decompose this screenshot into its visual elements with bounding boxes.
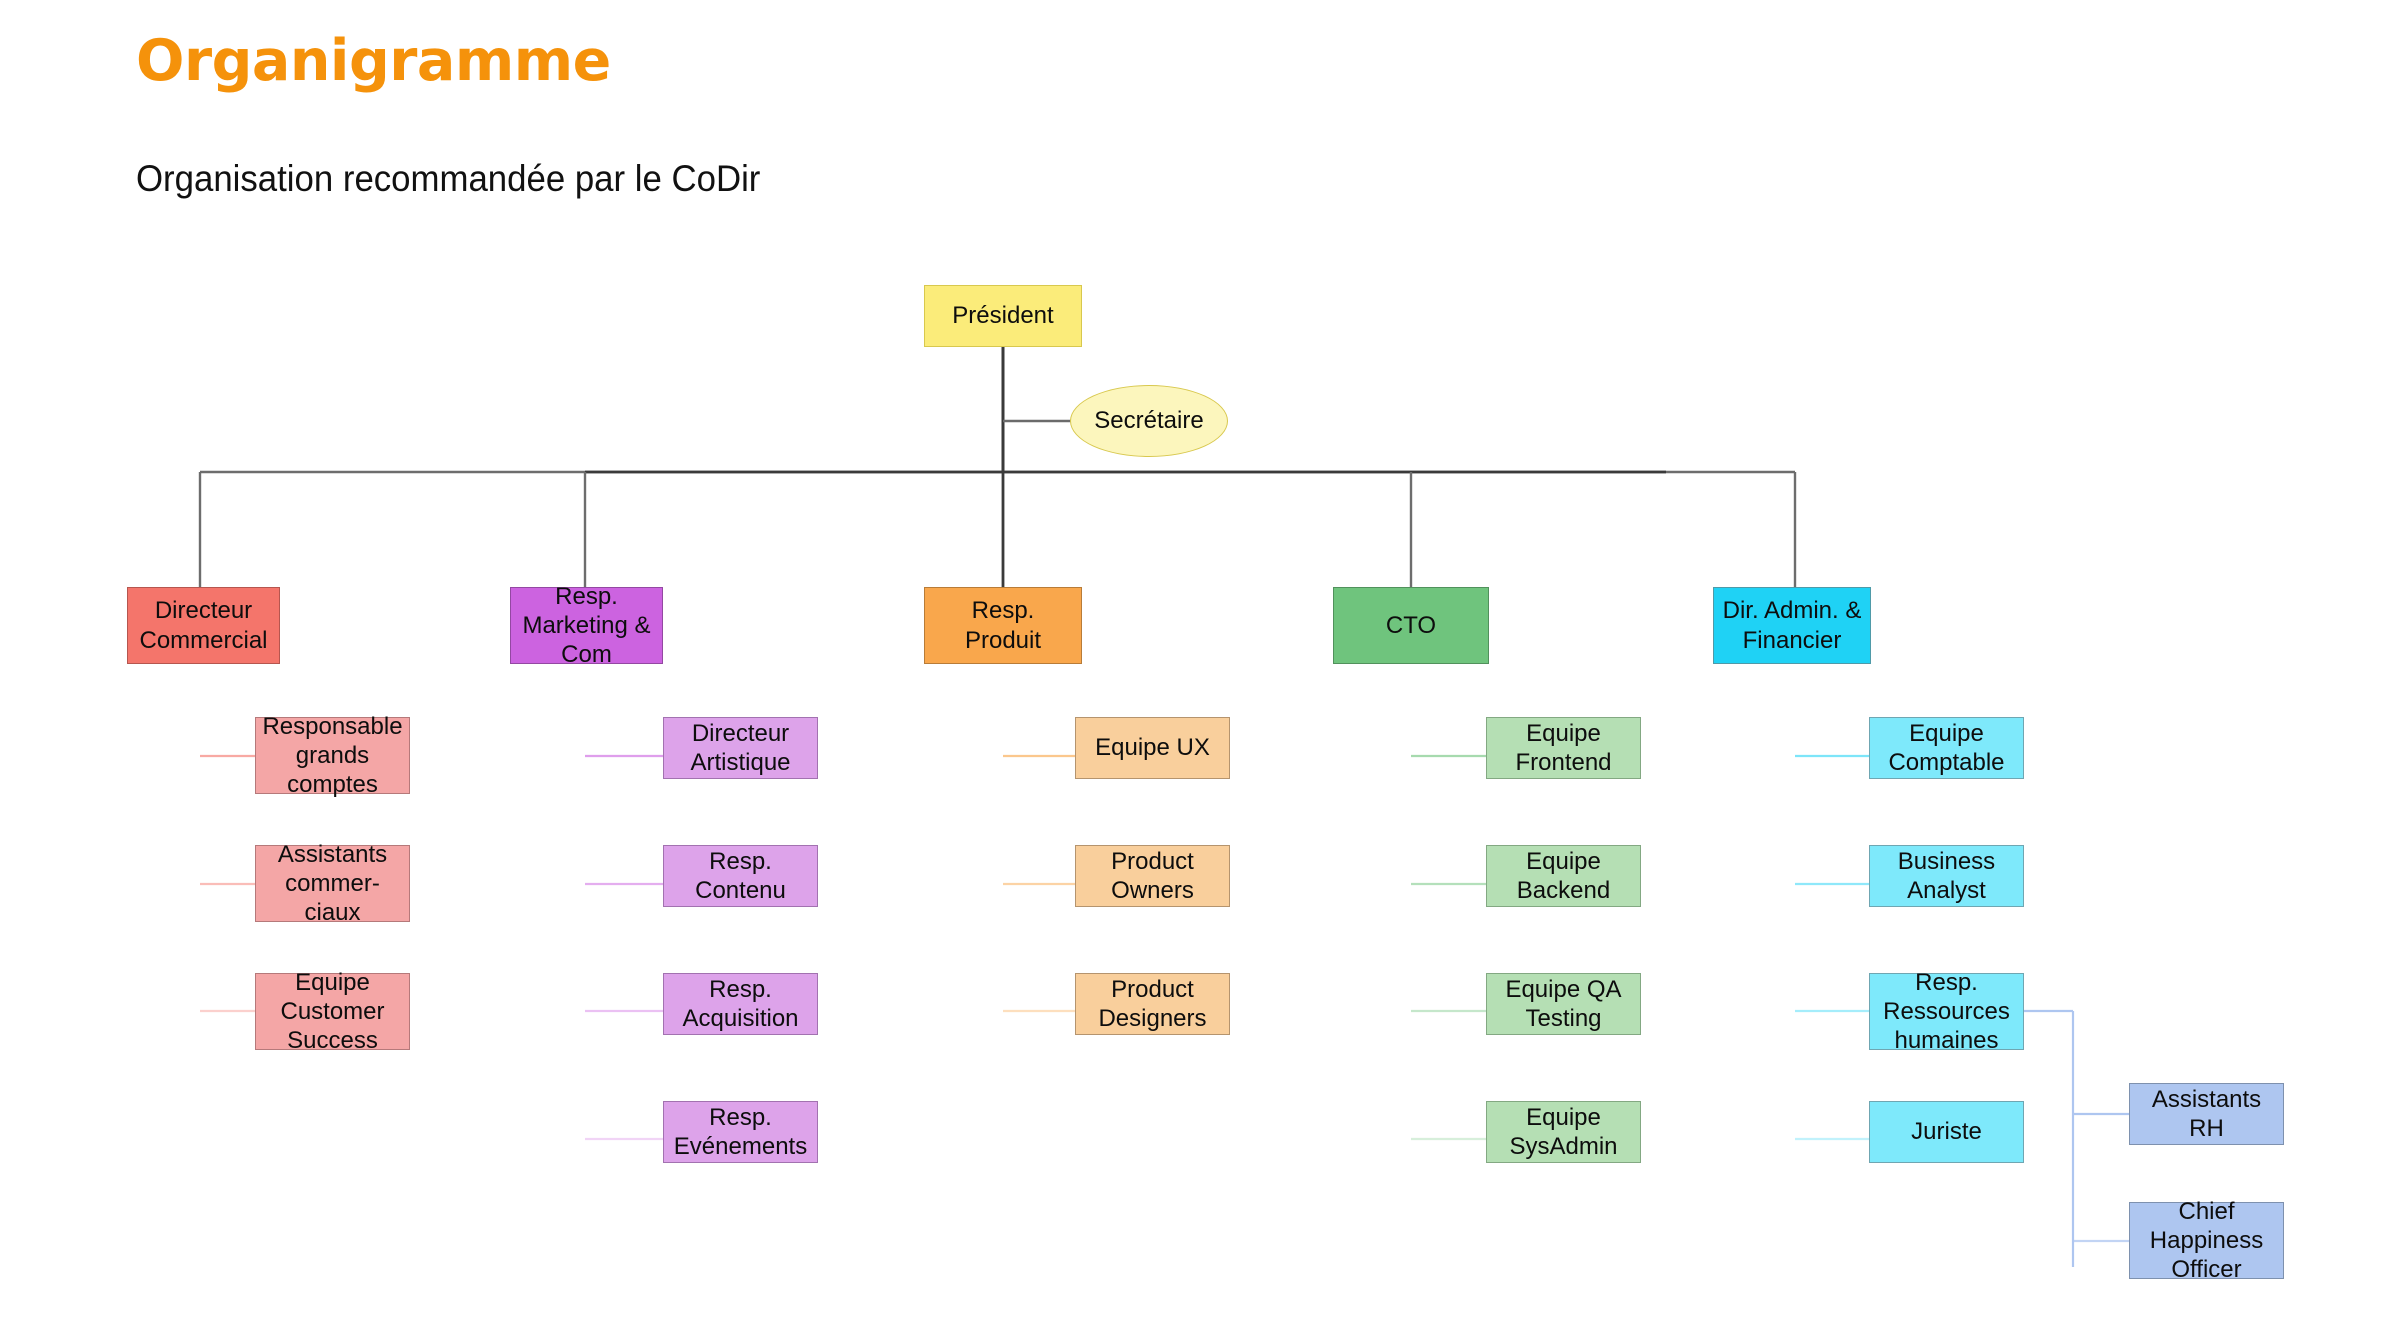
node-equipe-frontend[interactable]: Equipe Frontend: [1486, 717, 1641, 779]
node-responsable-grands-comptes-label: Responsable grands comptes: [262, 712, 403, 799]
node-secretaire[interactable]: Secrétaire: [1070, 385, 1228, 457]
wire-branch-admin: [1793, 664, 1870, 1141]
node-equipe-comptable-label: Equipe Comptable: [1888, 719, 2005, 776]
node-juriste-label: Juriste: [1911, 1118, 1982, 1146]
node-equipe-qa-testing-label: Equipe QA Testing: [1505, 975, 1622, 1032]
node-resp-acquisition[interactable]: Resp. Acquisition: [663, 973, 818, 1035]
node-resp-contenu[interactable]: Resp. Contenu: [663, 845, 818, 907]
wire-branch-commercial: [198, 664, 256, 1013]
node-product-owners-label: Product Owners: [1111, 847, 1194, 904]
node-dir-admin-financier-label: Dir. Admin. & Financier: [1722, 597, 1862, 654]
node-president-label: Président: [952, 302, 1054, 330]
wire-branch-marketing: [583, 664, 664, 1141]
node-equipe-ux[interactable]: Equipe UX: [1075, 717, 1230, 779]
node-cto-label: CTO: [1385, 611, 1437, 639]
node-resp-produit-label: Resp. Produit: [964, 597, 1042, 654]
org-chart-canvas: Organigramme Organisation recommandée pa…: [0, 0, 2400, 1327]
node-resp-evenements-label: Resp. Evénements: [673, 1103, 808, 1160]
node-directeur-commercial[interactable]: Directeur Commercial: [127, 587, 280, 664]
page-title: Organigramme: [136, 28, 611, 94]
node-equipe-customer-success[interactable]: Equipe Customer Success: [255, 969, 410, 1054]
page-subtitle: Organisation recommandée par le CoDir: [136, 158, 761, 199]
node-president[interactable]: Président: [924, 285, 1082, 347]
node-responsable-grands-comptes[interactable]: Responsable grands comptes: [255, 713, 410, 798]
node-directeur-commercial-label: Directeur Commercial: [139, 597, 268, 654]
node-product-designers-label: Product Designers: [1098, 975, 1207, 1032]
node-resp-produit[interactable]: Resp. Produit: [924, 587, 1082, 664]
node-business-analyst[interactable]: Business Analyst: [1869, 845, 2024, 907]
node-equipe-frontend-label: Equipe Frontend: [1515, 719, 1612, 776]
node-equipe-sysadmin[interactable]: Equipe SysAdmin: [1486, 1101, 1641, 1163]
wire-branch-tech: [1409, 664, 1487, 1141]
node-resp-ressources-humaines-label: Resp. Ressources humaines: [1883, 968, 2010, 1055]
node-resp-acquisition-label: Resp. Acquisition: [682, 975, 799, 1032]
node-directeur-artistique[interactable]: Directeur Artistique: [663, 717, 818, 779]
node-equipe-qa-testing[interactable]: Equipe QA Testing: [1486, 973, 1641, 1035]
node-resp-contenu-label: Resp. Contenu: [695, 847, 786, 904]
node-resp-marketing-com[interactable]: Resp. Marketing & Com: [510, 583, 663, 668]
node-resp-marketing-com-label: Resp. Marketing & Com: [522, 582, 651, 669]
node-juriste[interactable]: Juriste: [1869, 1101, 2024, 1163]
node-resp-evenements[interactable]: Resp. Evénements: [663, 1101, 818, 1163]
node-equipe-sysadmin-label: Equipe SysAdmin: [1509, 1103, 1618, 1160]
node-dir-admin-financier[interactable]: Dir. Admin. & Financier: [1713, 587, 1871, 664]
node-product-owners[interactable]: Product Owners: [1075, 845, 1230, 907]
node-chief-happiness-officer[interactable]: Chief Happiness Officer: [2129, 1198, 2284, 1283]
node-equipe-ux-label: Equipe UX: [1095, 734, 1210, 762]
node-assistants-rh[interactable]: Assistants RH: [2129, 1083, 2284, 1145]
node-product-designers[interactable]: Product Designers: [1075, 973, 1230, 1035]
wire-branch-produit: [1001, 664, 1076, 1013]
node-assistants-commerciaux-label: Assistants commer- ciaux: [277, 840, 388, 927]
node-equipe-customer-success-label: Equipe Customer Success: [280, 968, 385, 1055]
wire-branch-rh: [2023, 1009, 2130, 1267]
node-cto[interactable]: CTO: [1333, 587, 1489, 664]
node-resp-ressources-humaines[interactable]: Resp. Ressources humaines: [1869, 969, 2024, 1054]
node-assistants-rh-label: Assistants RH: [2151, 1085, 2262, 1142]
node-secretaire-label: Secrétaire: [1094, 407, 1204, 435]
node-equipe-backend[interactable]: Equipe Backend: [1486, 845, 1641, 907]
node-chief-happiness-officer-label: Chief Happiness Officer: [2149, 1197, 2264, 1284]
node-business-analyst-label: Business Analyst: [1897, 847, 1996, 904]
node-directeur-artistique-label: Directeur Artistique: [690, 719, 791, 776]
wire-bus-drops: [198, 472, 1797, 587]
node-assistants-commerciaux[interactable]: Assistants commer- ciaux: [255, 841, 410, 926]
node-equipe-comptable[interactable]: Equipe Comptable: [1869, 717, 2024, 779]
node-equipe-backend-label: Equipe Backend: [1516, 847, 1611, 904]
